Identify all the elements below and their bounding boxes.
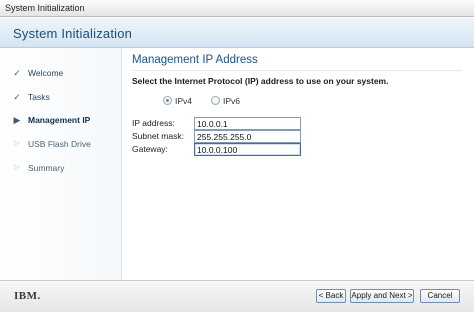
checkmark-icon: ✓ xyxy=(13,68,21,78)
step-welcome[interactable]: ✓ Welcome xyxy=(0,64,122,82)
step-label: Summary xyxy=(28,163,65,173)
radio-selected-icon xyxy=(163,96,172,105)
step-usb-flash-drive[interactable]: ▷ USB Flash Drive xyxy=(0,135,122,153)
apply-and-next-button[interactable]: Apply and Next > xyxy=(350,289,414,303)
pending-step-arrow-icon: ▷ xyxy=(14,164,20,171)
checkmark-icon: ✓ xyxy=(13,92,21,102)
gateway-input[interactable] xyxy=(194,143,301,156)
ip-address-input[interactable] xyxy=(194,117,301,130)
gateway-label: Gateway: xyxy=(132,144,168,154)
wizard-header: System Initialization xyxy=(0,18,474,48)
wizard-steps-sidebar: ✓ Welcome ✓ Tasks ▶ Management IP ▷ USB … xyxy=(0,48,122,280)
window-title: System Initialization xyxy=(5,3,85,13)
step-management-ip[interactable]: ▶ Management IP xyxy=(0,111,122,129)
wizard-title: System Initialization xyxy=(13,26,133,41)
current-step-arrow-icon: ▶ xyxy=(13,115,21,125)
radio-label: IPv6 xyxy=(223,96,241,106)
radio-label: IPv4 xyxy=(175,96,193,106)
step-summary[interactable]: ▷ Summary xyxy=(0,159,122,177)
step-label: Tasks xyxy=(28,92,50,102)
heading-divider xyxy=(132,70,462,71)
subnet-mask-label: Subnet mask: xyxy=(132,131,184,141)
page-heading: Management IP Address xyxy=(132,54,258,66)
wizard-content: Management IP Address Select the Interne… xyxy=(122,48,474,280)
subnet-mask-input[interactable] xyxy=(194,130,301,143)
pending-step-arrow-icon: ▷ xyxy=(14,140,20,147)
back-button[interactable]: < Back xyxy=(316,289,346,303)
ip-address-label: IP address: xyxy=(132,118,175,128)
step-tasks[interactable]: ✓ Tasks xyxy=(0,88,122,106)
instruction-text: Select the Internet Protocol (IP) addres… xyxy=(132,76,389,86)
cancel-button[interactable]: Cancel xyxy=(420,289,460,303)
step-label: USB Flash Drive xyxy=(28,139,91,149)
radio-unselected-icon xyxy=(211,96,220,105)
wizard-footer: IBM. < Back Apply and Next > Cancel xyxy=(0,280,474,312)
ibm-logo: IBM. xyxy=(14,290,41,302)
step-label: Management IP xyxy=(28,115,91,125)
window-titlebar: System Initialization xyxy=(0,0,474,17)
step-label: Welcome xyxy=(28,68,64,78)
